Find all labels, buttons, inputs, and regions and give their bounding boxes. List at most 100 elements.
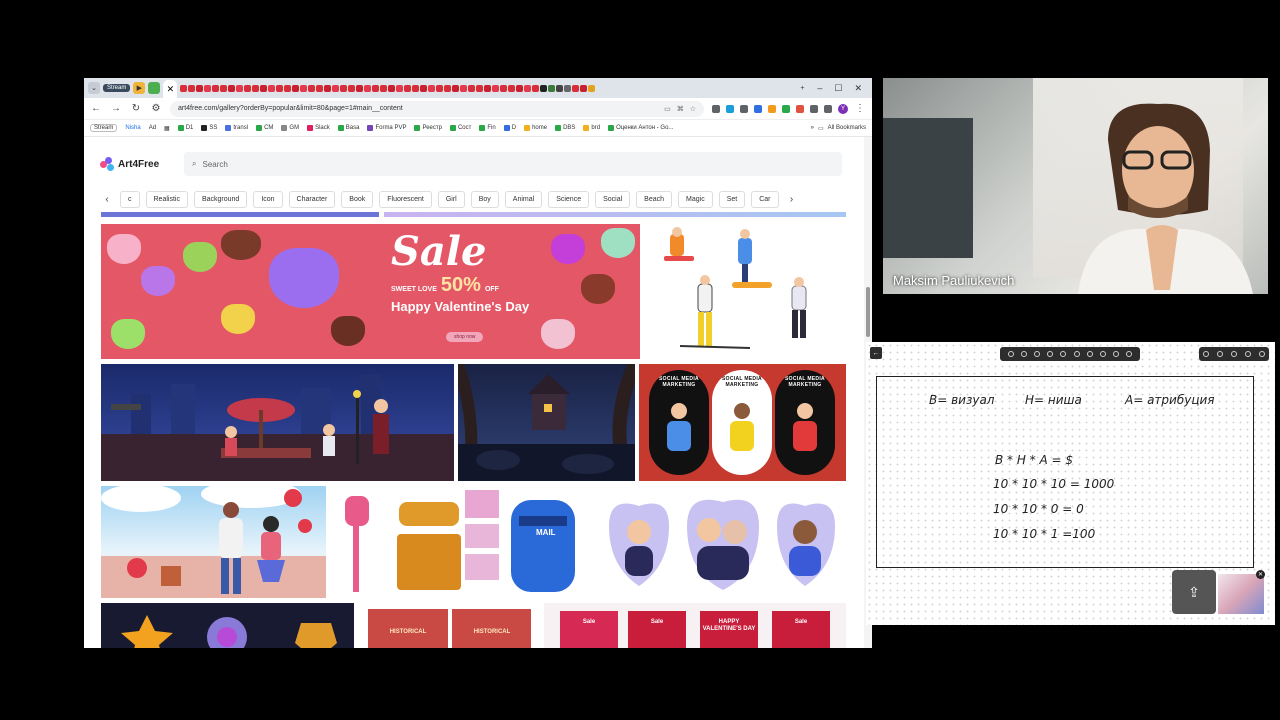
pinned-tab-icon[interactable]	[404, 84, 412, 92]
reload-icon[interactable]: ↻	[130, 103, 142, 114]
pinned-tab-icon[interactable]	[492, 84, 500, 92]
gallery-image-valentine-sale[interactable]: Sale SWEET LOVE 50% OFF Happy Valentine'…	[101, 224, 640, 359]
pinned-tab-icon[interactable]	[348, 84, 356, 92]
bookmark-item[interactable]: brd	[583, 125, 600, 131]
apps-grid-icon[interactable]: ▦	[164, 125, 170, 132]
pinned-tab-icon[interactable]	[556, 84, 564, 92]
site-info-icon[interactable]: ⚙	[150, 103, 162, 114]
back-icon[interactable]: ←	[90, 103, 102, 114]
bookmark-item[interactable]: SS	[201, 125, 217, 131]
pinned-tab-icon[interactable]	[516, 84, 524, 92]
pinned-tab-icon[interactable]	[420, 84, 428, 92]
pinned-tab-icon[interactable]	[332, 84, 340, 92]
pinned-tabs[interactable]	[180, 84, 793, 92]
category-chip[interactable]: Animal	[504, 190, 543, 208]
forward-icon[interactable]: →	[110, 103, 122, 114]
bookmark-item[interactable]: home	[524, 125, 547, 131]
extensions-puzzle-icon[interactable]	[810, 104, 818, 113]
bookmark-item[interactable]: D	[503, 125, 516, 131]
search-input[interactable]: ⌕ Search	[184, 152, 842, 176]
profile-avatar[interactable]: Y	[838, 103, 848, 114]
extension-icon[interactable]	[754, 104, 762, 113]
extension-icon[interactable]	[796, 104, 804, 113]
pinned-tab-icon[interactable]	[428, 84, 436, 92]
gallery-image-historical[interactable]: HISTORICAL HISTORICAL	[366, 603, 531, 648]
gallery-image-winter-sports[interactable]	[640, 224, 846, 359]
bookmark-item[interactable]: D1	[177, 125, 193, 131]
bookmark-item[interactable]: Stream	[90, 124, 118, 132]
gallery-image-couple[interactable]	[101, 486, 326, 598]
shape-tool-icon[interactable]	[1060, 351, 1067, 357]
pinned-tab-icon[interactable]	[180, 84, 188, 92]
pinned-tab-icon[interactable]	[396, 84, 404, 92]
all-bookmarks[interactable]: » ▭ All Bookmarks	[811, 125, 866, 132]
chevron-right-icon[interactable]: ›	[785, 192, 799, 206]
highlighter-tool-icon[interactable]	[1033, 351, 1040, 357]
minimize-icon[interactable]: –	[817, 83, 822, 94]
pinned-tab-icon[interactable]	[308, 84, 316, 92]
gallery-image-avatars[interactable]	[599, 486, 846, 598]
close-icon[interactable]: ✕	[1256, 570, 1265, 579]
extension-icon[interactable]	[148, 82, 161, 94]
url-text[interactable]: art4free.com/gallery?orderBy=popular&lim…	[178, 105, 658, 112]
category-chip[interactable]: Beach	[636, 190, 673, 208]
category-chip[interactable]: Girl	[437, 190, 465, 208]
bookmark-item[interactable]: DBS	[555, 125, 575, 131]
gallery-image-romantic-dinner[interactable]	[101, 364, 454, 481]
pinned-tab-icon[interactable]	[476, 84, 484, 92]
pen-tool-icon[interactable]	[1007, 351, 1014, 357]
tab-search-icon[interactable]: ⌄	[88, 82, 100, 94]
pinned-tab-icon[interactable]	[276, 84, 284, 92]
pinned-tab-icon[interactable]	[356, 84, 364, 92]
pinned-tab-icon[interactable]	[364, 84, 372, 92]
chevron-left-icon[interactable]: ‹	[100, 192, 114, 206]
pinned-tab-icon[interactable]	[548, 84, 556, 92]
bookmark-item[interactable]: transl	[225, 125, 248, 131]
mic-tool-icon[interactable]	[1113, 351, 1120, 357]
category-chip[interactable]: Book	[341, 190, 374, 208]
text-tool-icon[interactable]	[1099, 351, 1106, 357]
extension-icon[interactable]	[782, 104, 790, 113]
pinned-tab-icon[interactable]	[316, 84, 324, 92]
pinned-tab-icon[interactable]	[532, 84, 540, 92]
bookmark-item[interactable]: Nisha	[125, 125, 140, 131]
category-chip[interactable]: Car	[751, 190, 779, 208]
back-arrow-icon[interactable]: ←	[870, 347, 882, 359]
bookmark-item[interactable]: Реестр	[414, 125, 442, 131]
gallery-image-mailbox[interactable]: MAIL	[339, 486, 584, 598]
category-chip[interactable]: Realistic	[145, 190, 188, 208]
share-screen-button[interactable]: ⇪	[1172, 570, 1216, 614]
eraser-tool-icon[interactable]	[1047, 351, 1054, 357]
add-tool-icon[interactable]	[1086, 351, 1093, 357]
pinned-tab-icon[interactable]	[324, 84, 332, 92]
bookmark-item[interactable]: Basa	[337, 125, 359, 131]
bookmark-item[interactable]: Fin	[479, 125, 496, 131]
pinned-tab-icon[interactable]	[300, 84, 308, 92]
pinned-tab-icon[interactable]	[524, 84, 532, 92]
pinned-tab-icon[interactable]	[188, 84, 196, 92]
pinned-tab-icon[interactable]	[468, 84, 476, 92]
pinned-tab-icon[interactable]	[580, 84, 588, 92]
pinned-tab-icon[interactable]	[204, 84, 212, 92]
more-bookmarks-icon[interactable]: »	[811, 125, 814, 131]
extension-icon[interactable]	[712, 104, 720, 113]
pinned-tab-icon[interactable]	[340, 84, 348, 92]
media-play-icon[interactable]: ▶	[133, 82, 146, 94]
pinned-tab-icon[interactable]	[564, 84, 572, 92]
pinned-tab-icon[interactable]	[228, 84, 236, 92]
pinned-tab-icon[interactable]	[292, 84, 300, 92]
pinned-tab-icon[interactable]	[444, 84, 452, 92]
zoom-icon[interactable]	[1231, 351, 1237, 357]
category-chip[interactable]: Fluorescent	[379, 190, 432, 208]
category-chip[interactable]: Character	[288, 190, 336, 208]
lasso-tool-icon[interactable]	[1073, 351, 1080, 357]
more-tools-icon[interactable]	[1126, 351, 1133, 357]
pinned-tab-icon[interactable]	[372, 84, 380, 92]
scrollbar-thumb[interactable]	[866, 287, 870, 337]
pinned-tab-icon[interactable]	[220, 84, 228, 92]
active-tab[interactable]: ✕	[163, 80, 178, 98]
pinned-tab-icon[interactable]	[268, 84, 276, 92]
new-tab-button[interactable]: +	[796, 82, 808, 94]
category-chip[interactable]: Magic	[678, 190, 713, 208]
translate-icon[interactable]: ⌘	[677, 105, 684, 113]
